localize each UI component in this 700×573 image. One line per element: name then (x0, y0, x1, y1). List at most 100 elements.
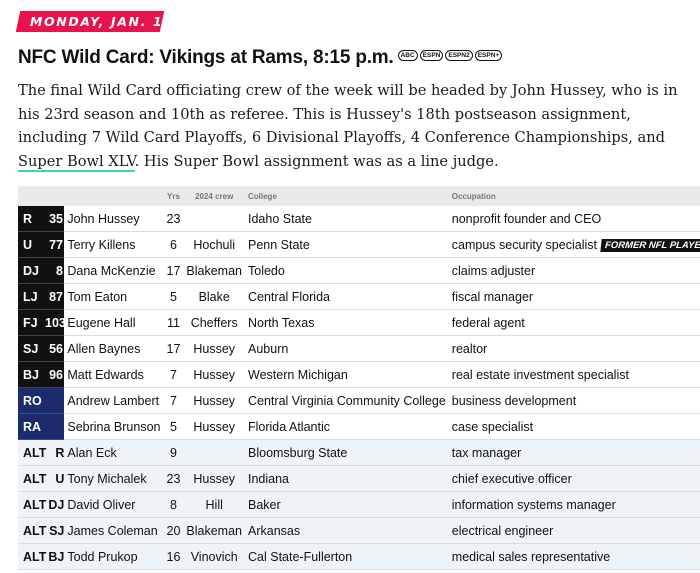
crew-2024 (183, 206, 245, 232)
occupation-cell: chief executive officer (448, 465, 700, 492)
occupation-cell: business development (448, 387, 700, 414)
date-label: MONDAY, JAN. 15 (30, 14, 174, 29)
position-abbrev: RA (23, 419, 42, 434)
college: North Texas (245, 309, 449, 336)
years-experience: 5 (163, 283, 184, 310)
years-experience: 7 (163, 387, 184, 414)
official-name: Tony Michalek (64, 465, 164, 492)
table-row: ALT R Alan Eck 9 Bloomsburg State tax manager (18, 439, 700, 466)
years-experience: 17 (163, 257, 184, 284)
espn2-logo-icon: ESPN2 (445, 50, 473, 62)
occupation-cell: electrical engineer (448, 517, 700, 544)
college: Central Virginia Community College (245, 387, 449, 414)
years-experience: 11 (163, 309, 184, 336)
position-cell: FJ 103 (18, 309, 66, 336)
header-name (64, 186, 164, 206)
college: Florida Atlantic (245, 413, 449, 440)
position-abbrev: FJ (23, 315, 38, 330)
crew-2024: Hussey (183, 387, 245, 414)
crew-2024: Cheffers (183, 309, 245, 336)
years-experience: 23 (163, 206, 184, 232)
position-cell: ALT U (18, 465, 65, 492)
official-name: Tom Eaton (64, 283, 164, 310)
uniform-number: 96 (49, 367, 63, 382)
college: Indiana (245, 465, 449, 492)
super-bowl-link[interactable]: Super Bowl XLV (18, 152, 135, 172)
occupation: fiscal manager (451, 289, 534, 304)
uniform-number: R (55, 445, 65, 460)
position-abbrev: DJ (23, 263, 39, 278)
official-name: Dana McKenzie (64, 257, 164, 284)
occupation: claims adjuster (451, 263, 536, 278)
uniform-number: SJ (49, 523, 65, 538)
crew-table-body: R 35 John Hussey 23 Idaho State nonprofit fou… (18, 206, 700, 570)
position-cell: RO (18, 387, 65, 414)
uniform-number: 35 (49, 211, 63, 226)
former-nfl-player-badge: FORMER NFL PLAYER (600, 238, 700, 252)
table-row: RO Andrew Lambert 7 Hussey Central Virginia … (18, 387, 700, 414)
uniform-number: 103 (45, 315, 66, 330)
position-abbrev: ALT (23, 523, 47, 538)
college: Bloomsburg State (245, 439, 449, 466)
uniform-number: U (55, 471, 65, 486)
position-cell: ALT DJ (18, 491, 65, 518)
official-name: Alan Eck (64, 439, 164, 466)
uniform-number: DJ (48, 497, 65, 512)
years-experience: 20 (163, 517, 184, 544)
college: Toledo (245, 257, 449, 284)
college: Western Michigan (245, 361, 449, 388)
position-abbrev: SJ (23, 341, 39, 356)
header-college: College (245, 186, 449, 206)
official-name: David Oliver (64, 491, 164, 518)
header-position (18, 186, 65, 206)
position-abbrev: ALT (23, 471, 47, 486)
official-name: Matt Edwards (64, 361, 164, 388)
official-name: John Hussey (64, 206, 164, 232)
uniform-number: 56 (49, 341, 63, 356)
years-experience: 17 (163, 335, 184, 362)
intro-paragraph: The final Wild Card officiating crew of … (18, 79, 693, 173)
crew-2024: Hochuli (183, 231, 245, 258)
years-experience: 16 (163, 543, 184, 570)
position-cell: ALT BJ (18, 543, 65, 570)
college: Auburn (245, 335, 449, 362)
position-abbrev: LJ (23, 289, 38, 304)
espn-logo-icon: ESPN (419, 50, 444, 62)
occupation: tax manager (451, 445, 522, 460)
occupation: nonprofit founder and CEO (451, 211, 602, 226)
occupation: case specialist (451, 419, 534, 434)
crew-2024: Vinovich (183, 543, 245, 570)
years-experience: 7 (163, 361, 184, 388)
position-abbrev: R (23, 211, 33, 226)
official-name: Andrew Lambert (64, 387, 164, 414)
espn-plus-logo-icon: ESPN+ (474, 50, 503, 62)
occupation: chief executive officer (451, 471, 572, 486)
position-cell: ALT R (18, 439, 65, 466)
occupation-cell: nonprofit founder and CEO (448, 206, 700, 232)
official-name: Allen Baynes (64, 335, 164, 362)
occupation-cell: real estate investment specialist (448, 361, 700, 388)
header-years: Yrs (163, 186, 184, 206)
crew-2024 (183, 439, 245, 466)
position-cell: RA (18, 413, 65, 440)
position-abbrev: RO (23, 393, 42, 408)
headline-text: NFC Wild Card: Vikings at Rams, 8:15 p.m… (18, 47, 394, 68)
college: Cal State-Fullerton (245, 543, 449, 570)
table-row: ALT U Tony Michalek 23 Hussey Indiana chief ex… (18, 465, 700, 492)
official-name: Todd Prukop (64, 543, 164, 570)
college: Baker (245, 491, 449, 518)
official-name: Eugene Hall (64, 309, 164, 336)
occupation-cell: federal agent (448, 309, 700, 336)
header-occupation: Occupation (448, 186, 700, 206)
occupation-cell: campus security specialist FORMER NFL PLA… (448, 231, 700, 258)
table-header-row: Yrs 2024 crew College Occupation (18, 186, 700, 206)
position-abbrev: U (23, 237, 33, 252)
position-abbrev: ALT (23, 497, 47, 512)
crew-2024: Hussey (183, 413, 245, 440)
table-row: R 35 John Hussey 23 Idaho State nonprofit fou… (18, 206, 700, 232)
table-row: U 77 Terry Killens 6 Hochuli Penn State campus… (18, 231, 700, 258)
college: Idaho State (245, 206, 449, 232)
table-row: ALT DJ David Oliver 8 Hill Baker information s… (18, 491, 700, 518)
crew-2024: Hussey (183, 335, 245, 362)
occupation: electrical engineer (451, 523, 554, 538)
